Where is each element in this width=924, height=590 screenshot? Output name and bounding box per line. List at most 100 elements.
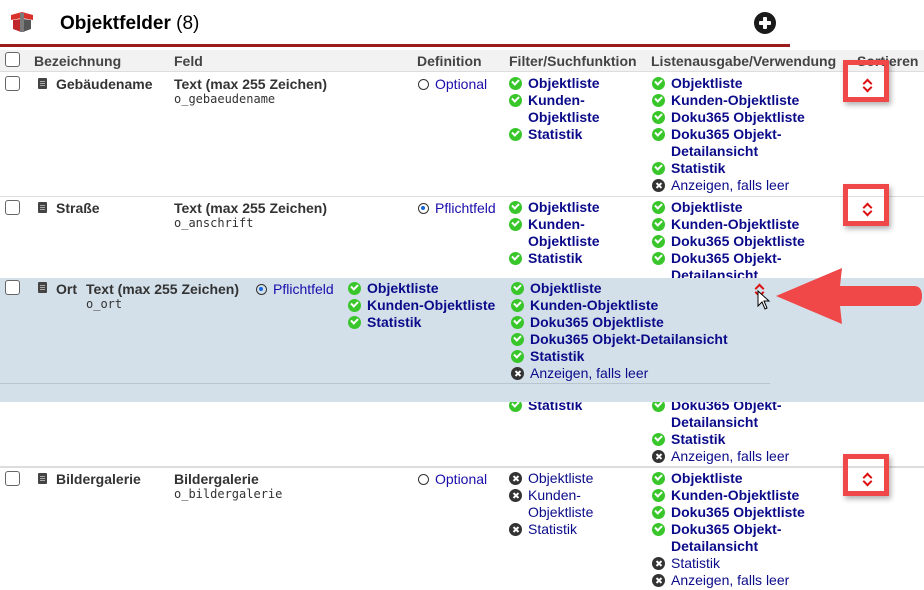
listing-list: Objektliste Kunden-Objektliste Doku365 O… bbox=[652, 75, 832, 194]
check-icon bbox=[652, 94, 665, 107]
listing-item[interactable]: Doku365 Objektliste bbox=[652, 109, 832, 126]
listing-item[interactable]: Objektliste bbox=[511, 280, 751, 297]
field-key: o_gebaeudename bbox=[174, 92, 276, 106]
listing-item[interactable]: Doku365 Objektliste bbox=[652, 233, 832, 250]
filter-item[interactable]: Kunden-Objektliste bbox=[509, 487, 619, 521]
filter-item[interactable]: Statistik bbox=[509, 126, 619, 143]
sort-handle-icon[interactable] bbox=[861, 77, 873, 93]
sort-handle-icon[interactable] bbox=[861, 471, 873, 487]
filter-item[interactable]: Statistik bbox=[348, 314, 513, 331]
sort-handle-icon[interactable] bbox=[861, 201, 873, 217]
listing-list: Objektliste Kunden-Objektliste Doku365 O… bbox=[511, 280, 751, 382]
check-icon bbox=[509, 128, 522, 141]
filter-item[interactable]: Objektliste bbox=[509, 75, 619, 92]
listing-item[interactable]: Kunden-Objektliste bbox=[652, 487, 832, 504]
definition[interactable]: Pflichtfeld bbox=[418, 200, 496, 216]
row-checkbox[interactable] bbox=[5, 76, 20, 91]
filter-item[interactable]: Statistik bbox=[509, 521, 619, 538]
column-header-filter[interactable]: Filter/Suchfunktion bbox=[509, 53, 637, 69]
check-icon bbox=[511, 299, 524, 312]
listing-item[interactable]: Statistik bbox=[652, 160, 832, 177]
table-header: Bezeichnung Feld Definition Filter/Suchf… bbox=[0, 50, 924, 72]
listing-item[interactable]: Anzeigen, falls leer bbox=[652, 177, 832, 194]
column-header-listing[interactable]: Listenausgabe/Verwendung bbox=[651, 53, 836, 69]
column-header-definition[interactable]: Definition bbox=[417, 53, 482, 69]
listing-item[interactable]: Kunden-Objektliste bbox=[652, 92, 832, 109]
filter-item[interactable]: Kunden-Objektliste bbox=[348, 297, 513, 314]
check-icon bbox=[509, 94, 522, 107]
listing-item[interactable]: Statistik bbox=[652, 431, 832, 448]
radio-optional-icon bbox=[418, 474, 429, 485]
field-type: Text (max 255 Zeichen) bbox=[86, 281, 240, 297]
definition[interactable]: Optional bbox=[418, 76, 487, 92]
listing-item[interactable]: Doku365 Objekt-Detailansicht bbox=[652, 521, 832, 555]
check-icon bbox=[652, 433, 665, 446]
filter-item[interactable]: Objektliste bbox=[509, 199, 619, 216]
x-circle-icon bbox=[509, 472, 522, 485]
field-key: o_anschrift bbox=[174, 216, 254, 230]
filter-list: Objektliste Kunden-Objektliste Statistik bbox=[509, 75, 619, 143]
listing-item[interactable]: Objektliste bbox=[652, 75, 832, 92]
x-circle-icon bbox=[511, 367, 524, 380]
select-all-checkbox[interactable] bbox=[5, 52, 20, 67]
listing-item[interactable]: Objektliste bbox=[652, 470, 832, 487]
page-header: Objektfelder (8) bbox=[0, 0, 790, 47]
mouse-cursor-icon bbox=[757, 290, 771, 310]
add-field-button[interactable] bbox=[754, 12, 776, 34]
filter-item[interactable]: Objektliste bbox=[509, 470, 619, 487]
listing-item[interactable]: Doku365 Objekt-Detailansicht bbox=[652, 397, 832, 431]
x-circle-icon bbox=[652, 179, 665, 192]
listing-item[interactable]: Statistik bbox=[511, 348, 751, 365]
listing-item[interactable]: Anzeigen, falls leer bbox=[511, 365, 751, 382]
field-name[interactable]: Ort bbox=[56, 281, 77, 297]
row-checkbox[interactable] bbox=[5, 280, 20, 295]
box-logo-icon bbox=[11, 12, 33, 32]
check-icon bbox=[509, 218, 522, 231]
filter-item[interactable]: Statistik bbox=[509, 250, 619, 267]
field-type: Text (max 255 Zeichen) bbox=[174, 76, 328, 92]
x-circle-icon bbox=[652, 574, 665, 587]
listing-item[interactable]: Doku365 Objekt-Detailansicht bbox=[652, 126, 832, 160]
definition[interactable]: Optional bbox=[418, 471, 487, 487]
x-circle-icon bbox=[509, 489, 522, 502]
document-icon bbox=[38, 473, 47, 484]
radio-optional-icon bbox=[418, 79, 429, 90]
definition-label: Pflichtfeld bbox=[273, 281, 334, 297]
listing-item[interactable]: Anzeigen, falls leer bbox=[652, 572, 832, 589]
listing-item[interactable]: Objektliste bbox=[652, 199, 832, 216]
field-name[interactable]: Bildergalerie bbox=[56, 471, 141, 487]
listing-item[interactable]: Doku365 Objektliste bbox=[652, 504, 832, 521]
column-header-feld[interactable]: Feld bbox=[174, 53, 203, 69]
filter-list: Objektliste Kunden-Objektliste Statistik bbox=[509, 470, 619, 538]
field-name[interactable]: Gebäudename bbox=[56, 76, 152, 92]
check-icon bbox=[652, 489, 665, 502]
radio-required-icon bbox=[418, 203, 429, 214]
x-circle-icon bbox=[509, 523, 522, 536]
listing-list-continued: Doku365 Objekt- Detailansicht Statistik A… bbox=[652, 397, 832, 465]
definition-label: Optional bbox=[435, 471, 488, 487]
check-icon bbox=[652, 162, 665, 175]
filter-item[interactable]: Kunden-Objektliste bbox=[509, 216, 619, 250]
column-header-bezeichnung[interactable]: Bezeichnung bbox=[34, 53, 121, 69]
listing-item[interactable]: Anzeigen, falls leer bbox=[652, 448, 832, 465]
field-name[interactable]: Straße bbox=[56, 200, 100, 216]
table-row: Gebäudename Text (max 255 Zeichen) o_geb… bbox=[0, 73, 924, 197]
check-icon bbox=[652, 252, 665, 265]
definition[interactable]: Pflichtfeld bbox=[256, 281, 334, 297]
listing-item[interactable]: Doku365 Objektliste bbox=[511, 314, 751, 331]
check-icon bbox=[652, 77, 665, 90]
listing-item[interactable]: Kunden-Objektliste bbox=[652, 216, 832, 233]
document-icon bbox=[38, 282, 47, 293]
filter-item[interactable]: Kunden-Objektliste bbox=[509, 92, 619, 126]
filter-item[interactable]: Objektliste bbox=[348, 280, 513, 297]
check-icon bbox=[511, 282, 524, 295]
check-icon bbox=[652, 472, 665, 485]
listing-item[interactable]: Statistik bbox=[652, 555, 832, 572]
listing-item[interactable]: Kunden-Objektliste bbox=[511, 297, 751, 314]
check-icon bbox=[652, 201, 665, 214]
listing-item[interactable]: Doku365 Objekt-Detailansicht bbox=[511, 331, 751, 348]
row-checkbox[interactable] bbox=[5, 200, 20, 215]
row-checkbox[interactable] bbox=[5, 471, 20, 486]
field-key: o_bildergalerie bbox=[174, 487, 283, 501]
check-icon bbox=[348, 282, 361, 295]
